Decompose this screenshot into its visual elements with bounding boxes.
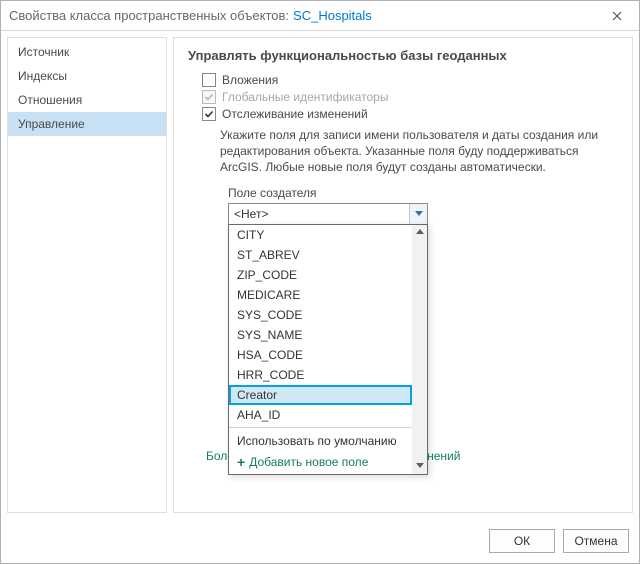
sidebar-item-label: Управление [18, 117, 85, 131]
checkbox-global-ids [202, 90, 216, 104]
dropdown-item[interactable]: HRR_CODE [229, 365, 412, 385]
checkbox-editor-tracking-label: Отслеживание изменений [222, 107, 368, 121]
dropdown-item[interactable]: CITY [229, 225, 412, 245]
cancel-button-label: Отмена [574, 534, 617, 548]
checkbox-attachments-label: Вложения [222, 73, 278, 87]
chevron-down-icon [416, 463, 424, 469]
ok-button-label: ОК [514, 534, 530, 548]
creator-field-label: Поле создателя [228, 186, 620, 200]
dropdown-add-new-label: Добавить новое поле [249, 455, 368, 469]
check-icon [204, 109, 214, 119]
close-button[interactable] [603, 6, 631, 26]
creator-field-dropdown[interactable]: CITY ST_ABREV ZIP_CODE MEDICARE SYS_CODE… [228, 224, 428, 475]
checkbox-attachments[interactable] [202, 73, 216, 87]
creator-field-input[interactable] [229, 204, 409, 224]
sidebar-item-source[interactable]: Источник [8, 40, 166, 64]
creator-field-combo[interactable] [228, 203, 428, 225]
dropdown-scrollbar[interactable] [412, 225, 427, 474]
dropdown-item[interactable]: SYS_CODE [229, 305, 412, 325]
sidebar-item-indexes[interactable]: Индексы [8, 64, 166, 88]
title-static: Свойства класса пространственных объекто… [9, 8, 289, 23]
checkbox-global-ids-label: Глобальные идентификаторы [222, 90, 388, 104]
close-icon [612, 11, 622, 21]
sidebar: Источник Индексы Отношения Управление [7, 37, 167, 513]
dropdown-use-default[interactable]: Использовать по умолчанию [229, 430, 412, 452]
cancel-button[interactable]: Отмена [563, 529, 629, 553]
section-title: Управлять функциональностью базы геоданн… [188, 48, 620, 63]
dropdown-item-highlighted[interactable]: Creator [229, 385, 412, 405]
dropdown-item[interactable]: SYS_NAME [229, 325, 412, 345]
dropdown-item[interactable]: HSA_CODE [229, 345, 412, 365]
checkbox-row-editor-tracking[interactable]: Отслеживание изменений [202, 107, 620, 121]
creator-field-block: Поле создателя CITY ST_ABREV ZIP_CODE M [228, 186, 620, 225]
scroll-down-button[interactable] [412, 459, 427, 474]
scroll-up-button[interactable] [412, 225, 427, 240]
sidebar-item-label: Источник [18, 45, 69, 59]
sidebar-item-label: Отношения [18, 93, 82, 107]
sidebar-item-label: Индексы [18, 69, 67, 83]
scroll-track[interactable] [412, 240, 427, 459]
sidebar-item-manage[interactable]: Управление [8, 112, 166, 136]
help-text: Укажите поля для записи имени пользовате… [220, 127, 602, 176]
dropdown-separator [229, 427, 412, 428]
dropdown-item[interactable]: ST_ABREV [229, 245, 412, 265]
chevron-down-icon [415, 211, 423, 217]
checkbox-row-attachments[interactable]: Вложения [202, 73, 620, 87]
dropdown-item[interactable]: MEDICARE [229, 285, 412, 305]
ok-button[interactable]: ОК [489, 529, 555, 553]
dropdown-item[interactable]: AHA_ID [229, 405, 412, 425]
dropdown-item[interactable]: ZIP_CODE [229, 265, 412, 285]
title-dynamic: SC_Hospitals [293, 8, 372, 23]
dialog-window: Свойства класса пространственных объекто… [0, 0, 640, 564]
plus-icon: + [237, 455, 245, 469]
dropdown-list: CITY ST_ABREV ZIP_CODE MEDICARE SYS_CODE… [229, 225, 412, 474]
combo-dropdown-button[interactable] [409, 204, 427, 224]
chevron-up-icon [416, 229, 424, 235]
check-icon [204, 92, 214, 102]
checkbox-row-global-ids: Глобальные идентификаторы [202, 90, 620, 104]
dropdown-add-new-field[interactable]: + Добавить новое поле [229, 452, 412, 474]
content-panel: Управлять функциональностью базы геоданн… [173, 37, 633, 513]
checkbox-editor-tracking[interactable] [202, 107, 216, 121]
dialog-footer: ОК Отмена [1, 519, 639, 563]
dialog-body: Источник Индексы Отношения Управление Уп… [1, 31, 639, 519]
sidebar-item-relations[interactable]: Отношения [8, 88, 166, 112]
titlebar: Свойства класса пространственных объекто… [1, 1, 639, 31]
